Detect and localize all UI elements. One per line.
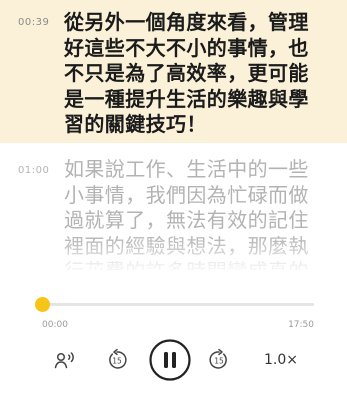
total-duration: 17:50 — [288, 320, 314, 330]
pause-icon — [149, 339, 191, 381]
skip-forward-button[interactable]: 15 — [207, 348, 231, 372]
audio-transcript-screen: 00:39 從另外一個角度來看，管理好這些不大不小的事情，也不只是為了高效率，更… — [0, 0, 347, 399]
segment-timestamp: 00:39 — [18, 17, 50, 28]
progress-track[interactable] — [42, 303, 314, 306]
voice-settings-button[interactable] — [53, 348, 77, 372]
elapsed-time: 00:00 — [42, 320, 68, 330]
voice-settings-icon — [54, 352, 74, 369]
skip-forward-15-icon: 15 — [209, 348, 227, 369]
svg-text:15: 15 — [214, 357, 224, 366]
progress-knob[interactable] — [35, 297, 50, 312]
playback-speed-button[interactable]: 1.0× — [261, 350, 301, 370]
transcript-segment-upcoming[interactable]: 01:00 如果說工作、生活中的一些小事情，我們因為忙碌而做過就算了，無法有效的… — [0, 143, 347, 309]
skip-back-button[interactable]: 15 — [105, 348, 129, 372]
svg-text:15: 15 — [112, 357, 122, 366]
player-controls-panel: 00:00 17:50 15 15 1.0× — [0, 270, 347, 399]
pause-button[interactable] — [149, 339, 191, 381]
transcript-segment-active[interactable]: 00:39 從另外一個角度來看，管理好這些不大不小的事情，也不只是為了高效率，更… — [0, 0, 347, 143]
segment-text: 從另外一個角度來看，管理好這些不大不小的事情，也不只是為了高效率，更可能是一種提… — [64, 10, 309, 136]
segment-timestamp: 01:00 — [18, 165, 50, 176]
skip-back-15-icon: 15 — [109, 348, 127, 369]
